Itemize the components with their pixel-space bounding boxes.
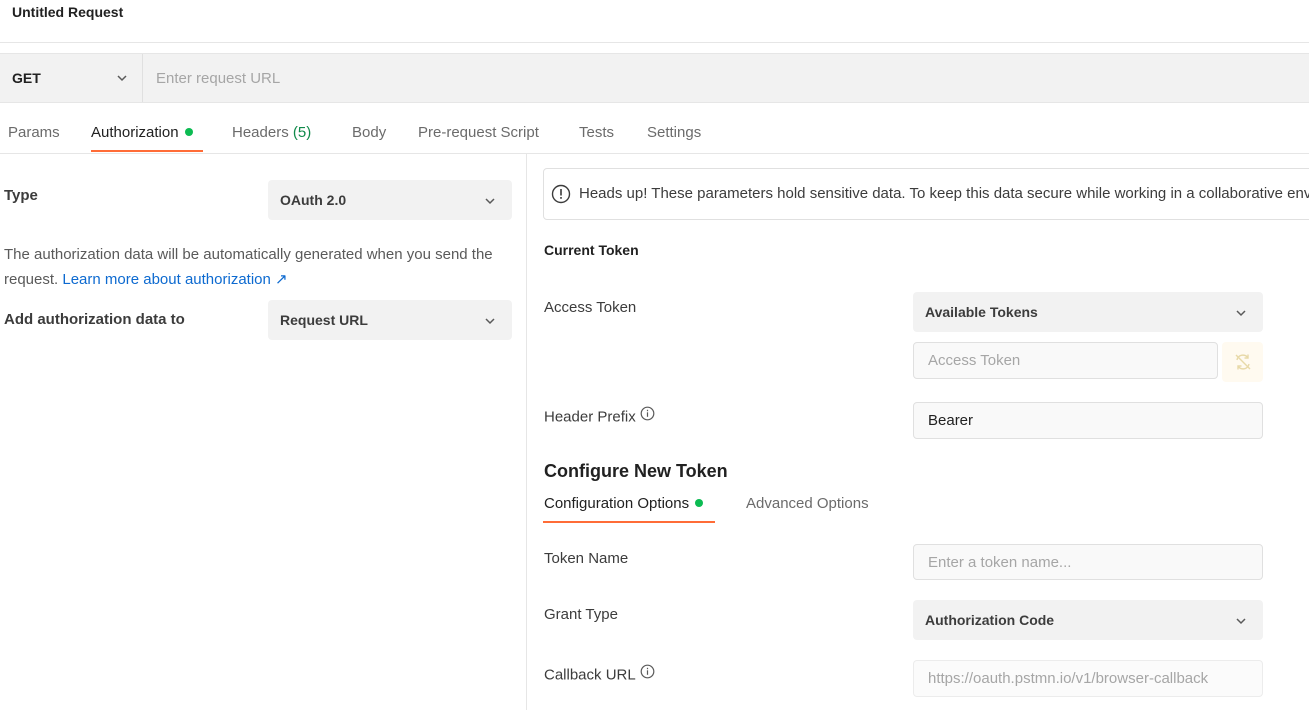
- tab-body[interactable]: Body: [352, 124, 386, 141]
- tab-advanced-options[interactable]: Advanced Options: [746, 495, 869, 512]
- tab-tests[interactable]: Tests: [579, 124, 614, 141]
- tab-authorization[interactable]: Authorization: [91, 124, 193, 141]
- info-icon[interactable]: [640, 664, 655, 683]
- add-auth-to-value: Request URL: [280, 312, 368, 328]
- current-token-heading: Current Token: [544, 242, 639, 258]
- callback-url-label: Callback URL: [544, 664, 655, 685]
- tab-authorization-label: Authorization: [91, 124, 179, 141]
- chevron-down-icon: [1235, 614, 1247, 630]
- auth-type-select[interactable]: OAuth 2.0: [268, 180, 512, 220]
- tab-headers-label: Headers: [232, 124, 289, 141]
- tab-settings[interactable]: Settings: [647, 124, 701, 141]
- grant-type-select[interactable]: Authorization Code: [913, 600, 1263, 640]
- token-name-input[interactable]: [913, 544, 1263, 580]
- learn-more-link[interactable]: Learn more about authorization ↗: [62, 271, 287, 288]
- active-subtab-indicator: [543, 521, 715, 523]
- method-select[interactable]: GET: [0, 54, 143, 102]
- callback-url-input: [913, 660, 1263, 697]
- tab-configuration-options-label: Configuration Options: [544, 495, 690, 512]
- type-label: Type: [4, 187, 38, 204]
- tab-pre-request-script[interactable]: Pre-request Script: [418, 124, 539, 141]
- sync-token-button[interactable]: [1222, 342, 1263, 382]
- headers-count: (5): [292, 124, 312, 141]
- alert-text: Heads up! These parameters hold sensitiv…: [579, 185, 1309, 202]
- token-name-label: Token Name: [544, 550, 629, 567]
- add-auth-to-select[interactable]: Request URL: [268, 300, 512, 340]
- auth-description: The authorization data will be automatic…: [4, 242, 514, 292]
- grant-type-value: Authorization Code: [925, 612, 1055, 628]
- request-url-input[interactable]: [143, 54, 1309, 102]
- method-value: GET: [12, 70, 41, 86]
- configure-new-token-heading: Configure New Token: [544, 461, 728, 481]
- auth-settings-pane: Type OAuth 2.0 The authorization data wi…: [0, 154, 527, 710]
- tab-headers[interactable]: Headers (5): [232, 124, 311, 141]
- info-icon[interactable]: [640, 406, 655, 425]
- available-tokens-select[interactable]: Available Tokens: [913, 292, 1263, 332]
- add-auth-to-label: Add authorization data to: [4, 311, 185, 328]
- chevron-down-icon: [116, 71, 128, 87]
- chevron-down-icon: [484, 314, 496, 330]
- tab-params[interactable]: Params: [8, 124, 60, 141]
- sensitive-data-alert: Heads up! These parameters hold sensitiv…: [543, 168, 1309, 220]
- access-token-label: Access Token: [544, 299, 637, 316]
- url-bar: GET: [0, 53, 1309, 103]
- info-circle-icon: [551, 184, 571, 207]
- status-dot: [695, 499, 704, 508]
- auth-type-value: OAuth 2.0: [280, 192, 347, 208]
- header-prefix-label: Header Prefix: [544, 406, 655, 427]
- access-token-input[interactable]: [913, 342, 1218, 379]
- chevron-down-icon: [1235, 306, 1247, 322]
- active-tab-indicator: [91, 150, 203, 152]
- sync-disabled-icon: [1235, 354, 1251, 370]
- oauth-config-pane: Heads up! These parameters hold sensitiv…: [528, 154, 1309, 710]
- request-title[interactable]: Untitled Request: [12, 4, 123, 20]
- chevron-down-icon: [484, 194, 496, 210]
- request-tabs: Params Authorization Headers (5) Body Pr…: [0, 103, 1309, 154]
- request-title-bar: Untitled Request: [0, 0, 1309, 43]
- tab-configuration-options[interactable]: Configuration Options: [544, 495, 704, 512]
- available-tokens-value: Available Tokens: [925, 304, 1038, 320]
- grant-type-label: Grant Type: [544, 606, 618, 623]
- status-dot: [184, 128, 193, 137]
- header-prefix-input[interactable]: [913, 402, 1263, 439]
- callback-url-label-text: Callback URL: [544, 666, 636, 684]
- header-prefix-label-text: Header Prefix: [544, 408, 636, 426]
